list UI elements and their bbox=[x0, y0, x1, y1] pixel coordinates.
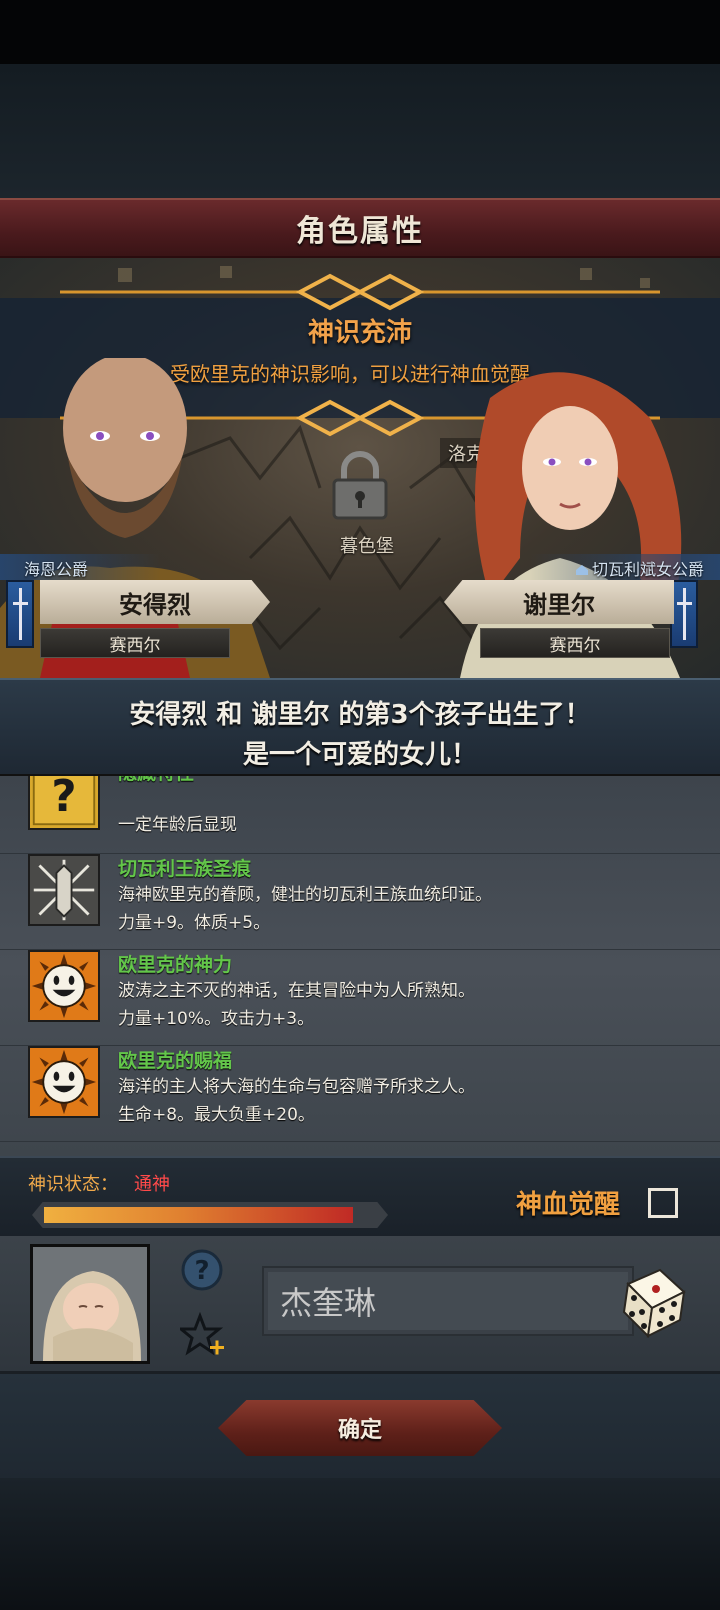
event-title: 神识充沛 bbox=[307, 318, 412, 348]
announcement-line: 安得烈 和 谢里尔 的第3个孩子出生了！ bbox=[129, 700, 591, 730]
top-black-bar bbox=[0, 0, 720, 64]
trait-name: 切瓦利王族圣痕 bbox=[118, 858, 252, 880]
mother-title-badge: 切瓦利斌女公爵 bbox=[530, 554, 720, 580]
sword-banner-icon bbox=[670, 580, 698, 648]
svg-text:?: ? bbox=[194, 1256, 209, 1286]
smiling-sun-icon bbox=[28, 950, 100, 1022]
scene-panel: 神识充沛 受欧里克的神识影响，可以进行神血觉醒。 洛克斯堡 暮色堡 海恩公爵 bbox=[0, 258, 720, 678]
royal-scar-icon bbox=[28, 854, 100, 926]
trait-item[interactable]: 切瓦利王族圣痕 海神欧里克的眷顾，健壮的切瓦利王族血统印证。 力量+9。体质+5… bbox=[0, 854, 720, 950]
traits-list[interactable]: ? 隐藏特性 一定年龄后显现 切瓦利王族圣痕 海神欧里克的眷顾，健壮的切瓦利王族… bbox=[0, 776, 720, 1156]
announcement-line: 是一个可爱的女儿！ bbox=[242, 740, 477, 770]
question-mark-icon: ? bbox=[28, 776, 100, 830]
house-icon bbox=[575, 565, 588, 575]
lock-icon bbox=[332, 451, 388, 520]
trait-name: 隐藏特性 bbox=[118, 776, 194, 785]
footer: 确定 bbox=[0, 1374, 720, 1478]
mother-title-text: 切瓦利斌女公爵 bbox=[591, 560, 704, 579]
sword-banner-icon bbox=[6, 580, 34, 648]
status-label: 神识状态： bbox=[28, 1174, 118, 1195]
trait-name: 欧里克的赐福 bbox=[118, 1050, 233, 1072]
trait-description: 海洋的主人将大海的生命与包容赠予所求之人。 bbox=[118, 1077, 475, 1097]
father-name: 安得烈 bbox=[40, 580, 270, 624]
divine-status-bar: 神识状态： 通神 神血觉醒 bbox=[0, 1156, 720, 1236]
svg-text:?: ? bbox=[51, 776, 76, 822]
trait-effect: 力量+9。体质+5。 bbox=[118, 913, 271, 933]
title-bar: 角色属性 bbox=[0, 198, 720, 258]
page-title: 角色属性 bbox=[296, 214, 424, 249]
father-house: 赛西尔 bbox=[40, 628, 230, 658]
mother-house: 赛西尔 bbox=[480, 628, 670, 658]
trait-name: 欧里克的神力 bbox=[118, 954, 233, 976]
divine-meter bbox=[32, 1202, 388, 1228]
trait-item[interactable]: ? 隐藏特性 一定年龄后显现 bbox=[0, 776, 720, 854]
confirm-button[interactable]: 确定 bbox=[218, 1400, 502, 1456]
child-info: ? bbox=[0, 1236, 720, 1374]
trait-effect: 力量+10%。攻击力+3。 bbox=[118, 1009, 315, 1029]
ornament-top bbox=[60, 273, 660, 311]
child-avatar bbox=[30, 1244, 150, 1364]
trait-effect: 一定年龄后显现 bbox=[118, 815, 237, 835]
trait-item[interactable]: 欧里克的赐福 海洋的主人将大海的生命与包容赠予所求之人。 生命+8。最大负重+2… bbox=[0, 1046, 720, 1142]
trait-item[interactable]: 欧里克的神力 波涛之主不灭的神话，在其冒险中为人所熟知。 力量+10%。攻击力+… bbox=[0, 950, 720, 1046]
trait-description: 海神欧里克的眷顾，健壮的切瓦利王族血统印证。 bbox=[118, 885, 492, 905]
awaken-checkbox[interactable] bbox=[648, 1188, 678, 1218]
mother-name: 谢里尔 bbox=[444, 580, 674, 624]
dimmed-backdrop-bottom bbox=[0, 1478, 720, 1610]
child-name-input[interactable] bbox=[262, 1266, 634, 1336]
father-title-badge: 海恩公爵 bbox=[0, 554, 160, 580]
random-name-dice-icon[interactable] bbox=[614, 1262, 692, 1340]
trait-description: 波涛之主不灭的神话，在其冒险中为人所熟知。 bbox=[118, 981, 475, 1001]
help-icon[interactable]: ? bbox=[180, 1248, 224, 1292]
awaken-label: 神血觉醒 bbox=[516, 1190, 621, 1220]
dimmed-backdrop bbox=[0, 64, 720, 198]
add-favorite-star-icon[interactable] bbox=[180, 1312, 226, 1358]
birth-announcement: 安得烈 和 谢里尔 的第3个孩子出生了！ 是一个可爱的女儿！ bbox=[0, 678, 720, 776]
map-place-label: 暮色堡 bbox=[340, 536, 394, 557]
smiling-sun-icon bbox=[28, 1046, 100, 1118]
divine-meter-fill bbox=[44, 1207, 353, 1223]
status-value: 通神 bbox=[134, 1174, 170, 1195]
trait-effect: 生命+8。最大负重+20。 bbox=[118, 1105, 315, 1125]
